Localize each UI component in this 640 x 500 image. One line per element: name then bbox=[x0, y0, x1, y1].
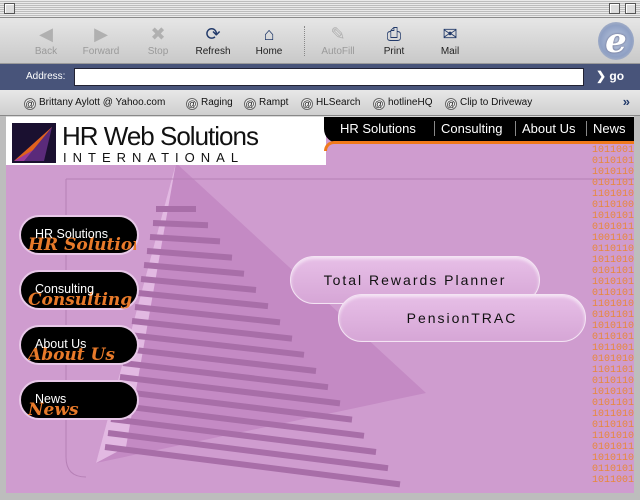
favorite-link-icon: @ bbox=[244, 98, 256, 110]
address-input[interactable] bbox=[74, 68, 584, 86]
autofill-label: AutoFill bbox=[321, 46, 355, 57]
forward-button[interactable]: ▶ Forward bbox=[73, 22, 129, 62]
favorite-label: Brittany Aylott @ Yahoo.com bbox=[39, 97, 166, 108]
favorite-label: Raging bbox=[201, 97, 233, 108]
side-button-consulting[interactable]: Consulting Consulting bbox=[19, 270, 139, 310]
favorite-label: HLSearch bbox=[316, 97, 361, 108]
favorite-link-icon: @ bbox=[186, 98, 198, 110]
topnav-about-us[interactable]: About Us bbox=[515, 121, 575, 136]
stop-label: Stop bbox=[147, 46, 169, 57]
favorite-link-icon: @ bbox=[24, 98, 36, 110]
favorite-link-icon: @ bbox=[301, 98, 313, 110]
favorites-bar: @ Brittany Aylott @ Yahoo.com @ Raging @ Ra… bbox=[0, 90, 640, 116]
home-label: Home bbox=[255, 46, 283, 57]
mail-icon: ✉ bbox=[442, 24, 458, 44]
topnav-hr-solutions[interactable]: HR Solutions bbox=[334, 121, 416, 136]
favorite-item[interactable]: @ HLSearch bbox=[301, 97, 360, 110]
window-titlebar[interactable] bbox=[0, 0, 640, 18]
site-logo[interactable]: HR Web Solutions INTERNATIONAL bbox=[6, 117, 326, 165]
back-label: Back bbox=[34, 46, 58, 57]
favorite-item[interactable]: @ Rampt bbox=[244, 97, 288, 110]
browser-logo-icon: e bbox=[598, 22, 634, 60]
chevron-more-icon[interactable]: » bbox=[623, 94, 630, 109]
pensiontrac-button[interactable]: PensionTRAC bbox=[338, 294, 586, 342]
favorite-label: hotlineHQ bbox=[388, 97, 433, 108]
forward-arrow-icon: ▶ bbox=[94, 24, 108, 44]
print-label: Print bbox=[383, 46, 405, 57]
home-icon: ⌂ bbox=[263, 24, 275, 44]
favorite-item[interactable]: @ hotlineHQ bbox=[373, 97, 432, 110]
favorite-label: Rampt bbox=[259, 97, 289, 108]
favorite-item[interactable]: @ Raging bbox=[186, 97, 233, 110]
mail-button[interactable]: ✉ Mail bbox=[422, 22, 478, 62]
go-label: go bbox=[609, 69, 625, 83]
topnav-news[interactable]: News bbox=[586, 121, 626, 136]
address-bar: Address: ❯ go bbox=[0, 64, 640, 90]
stop-icon: ✖ bbox=[150, 24, 166, 44]
back-arrow-icon: ◀ bbox=[39, 24, 53, 44]
side-button-label: HR Solutions bbox=[35, 227, 108, 241]
favorite-label: Clip to Driveway bbox=[460, 97, 533, 108]
refresh-label: Refresh bbox=[195, 46, 231, 57]
zoom-box-icon[interactable] bbox=[609, 3, 620, 14]
close-box-icon[interactable] bbox=[4, 3, 15, 14]
collapse-box-icon[interactable] bbox=[625, 3, 636, 14]
autofill-button[interactable]: ✎ AutoFill bbox=[310, 22, 366, 62]
refresh-button[interactable]: ⟳ Refresh bbox=[185, 22, 241, 62]
address-label: Address: bbox=[26, 71, 66, 82]
autofill-icon: ✎ bbox=[330, 24, 346, 44]
refresh-icon: ⟳ bbox=[205, 24, 221, 44]
print-button[interactable]: ⎙ Print bbox=[366, 22, 422, 62]
stop-button[interactable]: ✖ Stop bbox=[130, 22, 186, 62]
home-button[interactable]: ⌂ Home bbox=[241, 22, 297, 62]
favorite-link-icon: @ bbox=[445, 98, 457, 110]
side-button-news[interactable]: News News bbox=[19, 380, 139, 420]
side-button-hr-solutions[interactable]: HR Solutions HR Solutions bbox=[19, 215, 139, 255]
topnav-consulting[interactable]: Consulting bbox=[434, 121, 502, 136]
site-subtitle: INTERNATIONAL bbox=[63, 150, 245, 165]
back-button[interactable]: ◀ Back bbox=[18, 22, 74, 62]
browser-toolbar: ◀ Back ▶ Forward ✖ Stop ⟳ Refresh ⌂ Home… bbox=[0, 18, 640, 64]
printer-icon: ⎙ bbox=[386, 24, 402, 44]
favorite-item[interactable]: @ Clip to Driveway bbox=[445, 97, 532, 110]
favorite-link-icon: @ bbox=[373, 98, 385, 110]
favorite-item[interactable]: @ Brittany Aylott @ Yahoo.com bbox=[24, 97, 165, 110]
forward-label: Forward bbox=[82, 46, 120, 57]
web-page: HR Web Solutions INTERNATIONAL HR Soluti… bbox=[6, 117, 634, 493]
logo-mark-icon bbox=[12, 123, 56, 163]
site-title: HR Web Solutions bbox=[62, 121, 259, 151]
pyramid-stripe bbox=[152, 220, 209, 229]
side-button-label: About Us bbox=[35, 337, 87, 351]
binary-decoration: 1011001 0110101 1010110 0101101 1101010 … bbox=[591, 145, 634, 486]
toolbar-separator bbox=[304, 26, 306, 56]
mail-label: Mail bbox=[440, 46, 460, 57]
go-button[interactable]: ❯ go bbox=[596, 69, 624, 83]
side-button-label: Consulting bbox=[35, 282, 95, 296]
top-navigation: HR Solutions Consulting About Us News bbox=[324, 117, 634, 143]
side-button-label: News bbox=[35, 392, 67, 406]
side-button-about-us[interactable]: About Us About Us bbox=[19, 325, 139, 365]
